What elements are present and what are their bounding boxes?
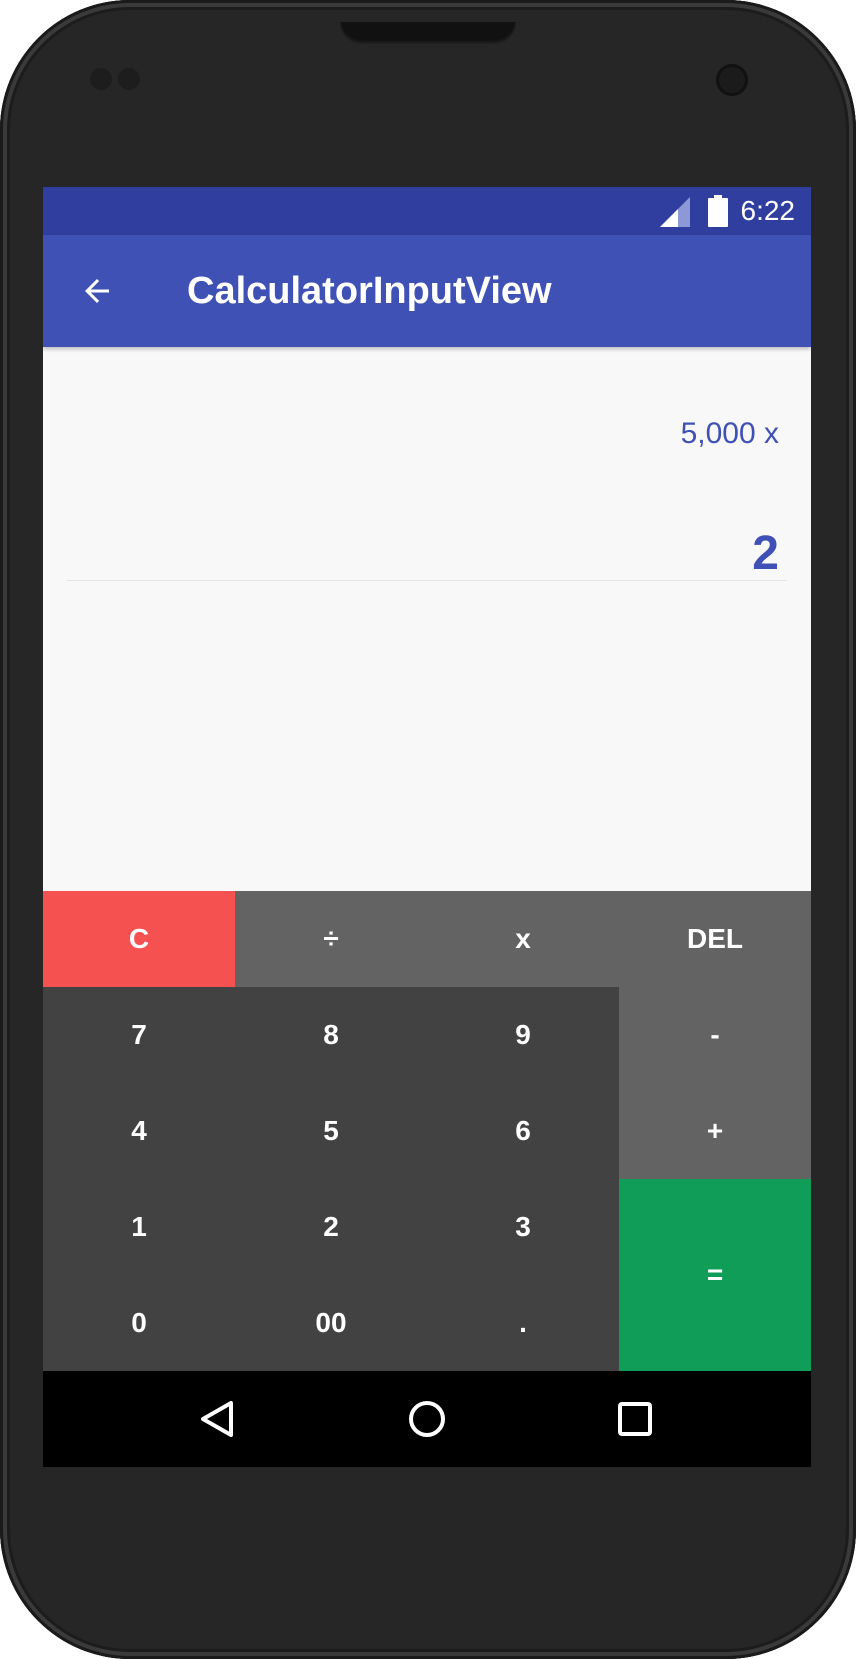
- digit-6-button[interactable]: 6: [427, 1083, 619, 1179]
- status-time: 6:22: [740, 195, 796, 226]
- proximity-sensor: [90, 68, 112, 90]
- status-bar: 6:22: [43, 187, 811, 235]
- home-circle-icon: [409, 1401, 445, 1437]
- light-sensor: [118, 68, 140, 90]
- digit-4-button[interactable]: 4: [43, 1083, 235, 1179]
- keypad: C ÷ x DEL 7 8 9 - 4 5 6 + 1 2 3 = 0 00 .: [43, 891, 811, 1371]
- decimal-button[interactable]: .: [427, 1275, 619, 1371]
- nav-home-button[interactable]: [403, 1395, 451, 1443]
- digit-5-button[interactable]: 5: [235, 1083, 427, 1179]
- page-title: CalculatorInputView: [187, 270, 552, 312]
- arrow-back-icon: [85, 279, 109, 303]
- double-zero-button[interactable]: 00: [235, 1275, 427, 1371]
- multiply-button[interactable]: x: [427, 891, 619, 987]
- clear-button[interactable]: C: [43, 891, 235, 987]
- divide-button[interactable]: ÷: [235, 891, 427, 987]
- nav-recents-button[interactable]: [611, 1395, 659, 1443]
- digit-7-button[interactable]: 7: [43, 987, 235, 1083]
- screen: 6:22 CalculatorInputView 5,000 x 2 C ÷ x…: [43, 187, 811, 1467]
- equals-button[interactable]: =: [619, 1179, 811, 1371]
- digit-9-button[interactable]: 9: [427, 987, 619, 1083]
- delete-button[interactable]: DEL: [619, 891, 811, 987]
- back-triangle-icon: [201, 1401, 233, 1437]
- digit-0-button[interactable]: 0: [43, 1275, 235, 1371]
- navigation-bar: [43, 1371, 811, 1467]
- app-bar: CalculatorInputView: [43, 235, 811, 347]
- back-button[interactable]: [65, 259, 129, 323]
- recents-square-icon: [618, 1402, 652, 1436]
- digit-8-button[interactable]: 8: [235, 987, 427, 1083]
- battery-icon: [708, 195, 728, 227]
- signal-icon: [660, 197, 690, 227]
- expression-text: 5,000 x: [680, 417, 779, 450]
- front-camera: [716, 64, 748, 96]
- display-divider: [67, 580, 787, 581]
- digit-2-button[interactable]: 2: [235, 1179, 427, 1275]
- digit-1-button[interactable]: 1: [43, 1179, 235, 1275]
- plus-button[interactable]: +: [619, 1083, 811, 1179]
- digit-3-button[interactable]: 3: [427, 1179, 619, 1275]
- current-value: 2: [752, 527, 779, 580]
- nav-back-button[interactable]: [193, 1395, 241, 1443]
- minus-button[interactable]: -: [619, 987, 811, 1083]
- phone-frame: 6:22 CalculatorInputView 5,000 x 2 C ÷ x…: [0, 0, 856, 1659]
- earpiece-speaker: [340, 22, 516, 44]
